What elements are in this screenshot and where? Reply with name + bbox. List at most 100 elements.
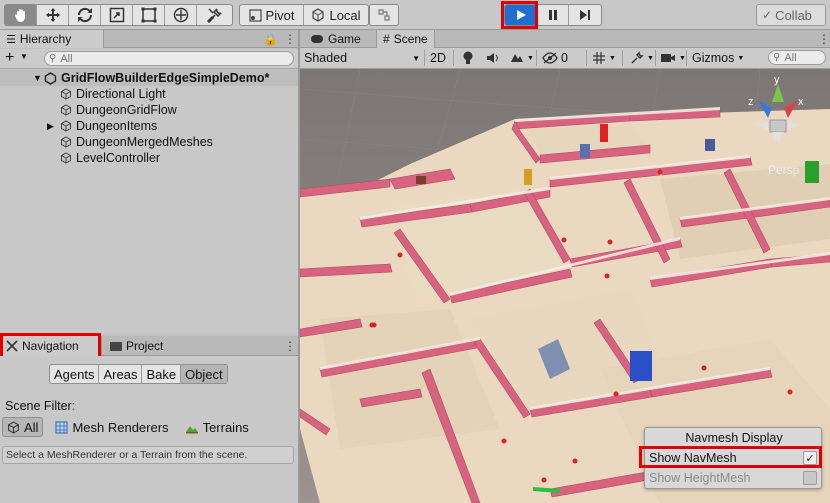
local-button[interactable]: Local <box>304 5 368 25</box>
shading-mode-dropdown[interactable]: Shaded ▼ <box>304 49 420 67</box>
gameobject-cube-icon <box>61 152 71 164</box>
navmesh-display-title: Navmesh Display <box>685 431 783 445</box>
2d-toggle-button[interactable]: 2D <box>430 49 446 67</box>
expand-arrow-icon[interactable]: ▶ <box>47 121 56 132</box>
hierarchy-root-item[interactable]: ▼ GridFlowBuilderEdgeSimpleDemo* <box>0 70 298 86</box>
filter-terrains-button[interactable]: Terrains <box>181 417 253 437</box>
lighting-toggle[interactable] <box>462 49 474 67</box>
rotate-tool-button[interactable] <box>69 5 101 25</box>
shading-mode-value: Shaded <box>304 51 348 65</box>
hierarchy-item[interactable]: ▶ DungeonItems <box>47 118 157 134</box>
hierarchy-item[interactable]: LevelController <box>60 150 160 166</box>
list-icon: ☰ <box>6 33 16 46</box>
grid-toggle[interactable]: ▼ <box>592 49 616 67</box>
pause-button[interactable] <box>537 5 569 25</box>
hierarchy-search-placeholder: All <box>60 52 73 65</box>
separator <box>686 50 687 66</box>
transform-tool-button[interactable] <box>165 5 197 25</box>
navigation-panel: Agents Areas Bake Object Scene Filter: A… <box>0 356 298 503</box>
pivot-label: Pivot <box>265 7 295 23</box>
rect-tool-button[interactable] <box>133 5 165 25</box>
hidden-count: 0 <box>561 51 568 65</box>
lock-icon[interactable]: 🔒 <box>263 33 278 45</box>
collab-button[interactable]: ✓ Collab <box>756 4 826 26</box>
game-tab-label: Game <box>328 32 361 46</box>
hidden-objects-toggle[interactable]: 0 <box>542 49 568 67</box>
gizmos-dropdown[interactable]: Gizmos ▼ <box>692 49 744 67</box>
folder-icon <box>110 341 122 351</box>
gizmo-y-label: y <box>774 74 780 86</box>
grid-icon: # <box>383 32 390 46</box>
tab-areas[interactable]: Areas <box>99 365 143 383</box>
persp-label[interactable]: Persp <box>768 163 799 177</box>
filter-mesh-renderers-label: Mesh Renderers <box>72 419 169 435</box>
hand-tool-button[interactable] <box>5 5 37 25</box>
hierarchy-tab-label: Hierarchy <box>19 32 72 46</box>
tools-dropdown[interactable]: ▼ <box>630 49 654 67</box>
scene-tab-label: Scene <box>393 32 428 46</box>
hand-icon <box>14 9 25 22</box>
kebab-menu-icon[interactable]: ⋮ <box>284 340 296 352</box>
hierarchy-search-input[interactable]: ⚲ All <box>44 51 294 66</box>
separator <box>536 50 537 66</box>
move-tool-button[interactable] <box>37 5 69 25</box>
tab-bake[interactable]: Bake <box>142 365 182 383</box>
kebab-menu-icon[interactable]: ⋮ <box>818 33 830 45</box>
tab-scene[interactable]: # Scene <box>376 30 435 48</box>
hierarchy-item[interactable]: DungeonMergedMeshes <box>60 134 213 150</box>
speaker-icon <box>487 53 498 63</box>
effects-dropdown[interactable]: ▼ <box>510 49 534 67</box>
scene-filter-label: Scene Filter: <box>5 399 76 413</box>
pivot-toggles: Pivot Local <box>239 4 369 26</box>
filter-mesh-renderers-button[interactable]: Mesh Renderers <box>51 417 172 437</box>
custom-tool-button[interactable] <box>197 5 232 25</box>
chevron-down-icon: ▼ <box>412 53 420 63</box>
dropdown-arrow-icon[interactable]: ▼ <box>20 52 28 61</box>
tab-hierarchy[interactable]: ☰ Hierarchy <box>0 30 104 48</box>
filter-all-label: All <box>24 419 39 435</box>
gameobject-cube-icon <box>61 136 71 148</box>
separator <box>622 50 623 66</box>
search-icon: ⚲ <box>773 52 781 63</box>
snap-button[interactable] <box>370 5 398 25</box>
tab-agents[interactable]: Agents <box>50 365 100 383</box>
tab-project[interactable]: Project <box>104 336 169 356</box>
scene-search-input[interactable]: ⚲ All <box>768 50 826 65</box>
gizmo-z-label: z <box>748 96 754 108</box>
create-plus-icon[interactable]: + <box>5 49 14 67</box>
grid-icon <box>593 52 605 64</box>
rotate-icon <box>77 7 92 23</box>
separator <box>586 50 587 66</box>
scale-tool-button[interactable] <box>101 5 133 25</box>
tab-game[interactable]: Game <box>304 30 367 48</box>
filter-all-button[interactable]: All <box>2 417 44 437</box>
kebab-menu-icon[interactable]: ⋮ <box>284 33 296 45</box>
scene-search-placeholder: All <box>784 51 797 64</box>
show-heightmesh-label: Show HeightMesh <box>649 471 751 485</box>
step-icon <box>580 10 590 20</box>
gameobject-cube-icon <box>61 120 71 132</box>
hierarchy-item[interactable]: Directional Light <box>60 86 166 102</box>
search-icon: ⚲ <box>49 53 57 64</box>
chevron-down-icon: ▼ <box>527 54 534 62</box>
step-button[interactable] <box>569 5 601 25</box>
show-heightmesh-checkbox[interactable] <box>803 471 817 485</box>
tab-object[interactable]: Object <box>181 365 227 383</box>
hierarchy-item[interactable]: DungeonGridFlow <box>60 102 177 118</box>
separator <box>655 50 656 66</box>
camera-dropdown[interactable]: ▼ <box>660 49 686 67</box>
pivot-button[interactable]: Pivot <box>240 5 305 25</box>
show-heightmesh-row[interactable]: Show HeightMesh <box>649 469 817 487</box>
collab-label: Collab <box>775 7 812 23</box>
hierarchy-item-label: DungeonGridFlow <box>76 103 177 117</box>
move-icon <box>45 8 60 22</box>
transform-tools <box>4 4 233 26</box>
expand-arrow-icon: ▼ <box>33 73 42 83</box>
lightbulb-icon <box>463 51 473 64</box>
hierarchy-item-label: DungeonItems <box>76 119 158 133</box>
terrain-icon <box>185 425 198 433</box>
tools-icon <box>206 8 222 23</box>
gamepad-icon <box>311 35 323 43</box>
check-icon: ✓ <box>762 8 773 22</box>
audio-toggle[interactable] <box>486 49 499 67</box>
